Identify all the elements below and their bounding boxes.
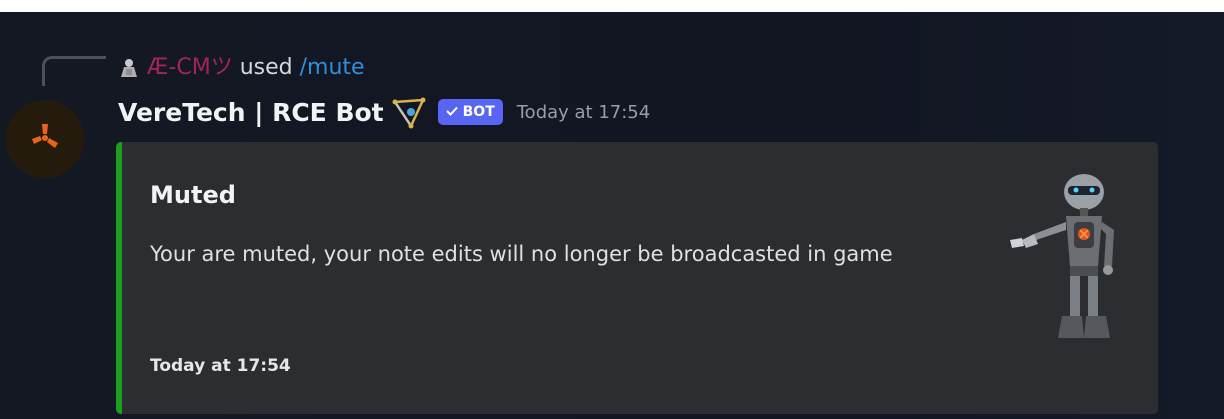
avatar-rust-icon bbox=[28, 120, 62, 158]
robot-thumbnail[interactable] bbox=[1000, 170, 1136, 340]
reply-context[interactable]: Æ-CMツ used /mute bbox=[118, 54, 365, 82]
reply-connector-line bbox=[42, 56, 106, 86]
message-timestamp[interactable]: Today at 17:54 bbox=[517, 102, 650, 123]
embed-title: Muted bbox=[150, 181, 236, 209]
reply-user-icon bbox=[118, 57, 140, 79]
message-header: VereTech | RCE Bot BOT Today at 17:54 bbox=[118, 92, 650, 132]
bot-avatar[interactable] bbox=[6, 100, 84, 178]
embed-description: Your are muted, your note edits will no … bbox=[150, 242, 893, 266]
reply-used-text: used bbox=[239, 55, 293, 80]
embed-accent-bar bbox=[116, 142, 122, 414]
embed-card: Muted Your are muted, your note edits wi… bbox=[116, 142, 1158, 414]
reply-command[interactable]: /mute bbox=[300, 54, 365, 82]
bot-badge: BOT bbox=[437, 99, 503, 125]
embed-footer-timestamp: Today at 17:54 bbox=[150, 356, 291, 376]
bot-username[interactable]: VereTech | RCE Bot bbox=[118, 98, 384, 127]
bot-badge-label: BOT bbox=[462, 104, 495, 120]
chat-area: Æ-CMツ used /mute VereTech | RCE Bot BOT … bbox=[0, 12, 1224, 419]
username-emoji-icon bbox=[392, 95, 426, 129]
reply-username[interactable]: Æ-CMツ bbox=[147, 54, 233, 82]
checkmark-icon bbox=[445, 104, 458, 120]
